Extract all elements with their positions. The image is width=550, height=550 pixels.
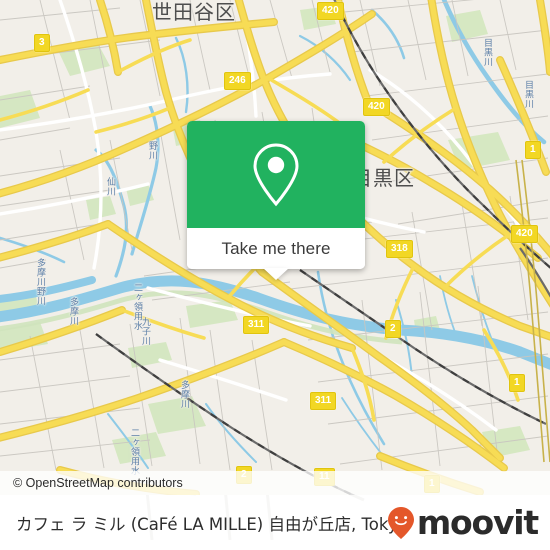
route-shield: 1 xyxy=(509,374,525,392)
route-shield: 246 xyxy=(224,72,251,90)
moovit-logo[interactable]: moovit xyxy=(386,503,539,542)
moovit-map-page: 世田谷区 目黒区 野川 仙川 目黒川 目黒川 多摩川野川 多摩川 二ヶ領用水 九子川 多摩川 二ヶ領用… xyxy=(0,0,550,550)
route-shield: 311 xyxy=(310,392,337,410)
route-shield: 420 xyxy=(363,98,390,116)
place-title: カフェ ラ ミル (CaFé LA MILLE) 自由が丘店, Tokyo xyxy=(16,514,408,534)
location-pin-icon xyxy=(253,142,299,206)
moovit-wordmark: moovit xyxy=(416,503,539,542)
map-canvas[interactable]: 世田谷区 目黒区 野川 仙川 目黒川 目黒川 多摩川野川 多摩川 二ヶ領用水 九子川 多摩川 二ヶ領用… xyxy=(0,0,550,495)
route-shield: 318 xyxy=(386,240,413,258)
popup-pointer xyxy=(263,268,289,280)
footer-bar: カフェ ラ ミル (CaFé LA MILLE) 自由が丘店, Tokyo mo… xyxy=(0,495,550,550)
route-shield: 420 xyxy=(511,225,538,243)
place-popup-card[interactable]: Take me there xyxy=(187,121,365,280)
popup-header xyxy=(187,121,365,228)
osm-attribution-text[interactable]: © OpenStreetMap contributors xyxy=(0,476,183,490)
route-shield: 2 xyxy=(385,320,401,338)
route-shield: 311 xyxy=(243,316,270,334)
route-shield: 1 xyxy=(525,141,541,159)
route-shield: 3 xyxy=(34,34,50,52)
take-me-there-button[interactable]: Take me there xyxy=(187,228,365,269)
route-shield: 420 xyxy=(317,2,344,20)
take-me-there-label: Take me there xyxy=(221,238,331,258)
moovit-pin-icon xyxy=(387,506,414,539)
map-attribution-bar: © OpenStreetMap contributors xyxy=(0,471,550,495)
